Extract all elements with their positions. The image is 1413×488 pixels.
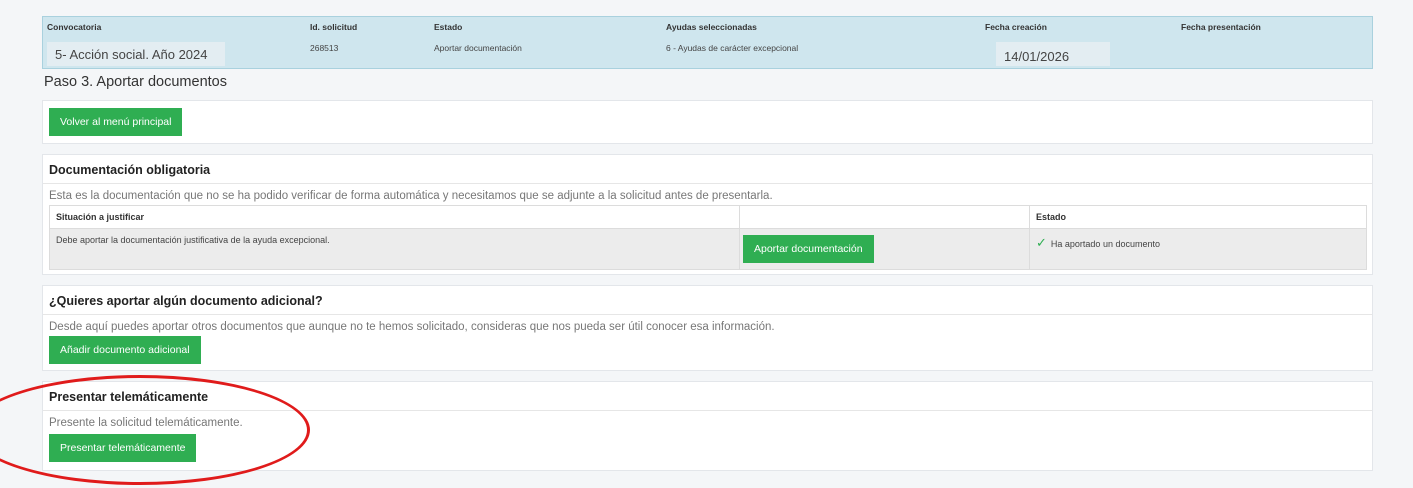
header-ayudas: Ayudas seleccionadas: [666, 22, 757, 32]
check-icon: ✓: [1036, 235, 1047, 250]
cell-estado: ✓ Ha aportado un documento: [1029, 228, 1367, 270]
status-text: Ha aportado un documento: [1050, 239, 1160, 249]
cell-action: Aportar documentación: [739, 228, 1030, 270]
header-id-solicitud: Id. solicitud: [310, 22, 358, 32]
mandatory-docs-title: Documentación obligatoria: [43, 155, 1372, 184]
column-situacion: Situación a justificar: [49, 205, 740, 229]
column-action: [739, 205, 1030, 229]
additional-docs-description: Desde aquí puedes aportar otros document…: [49, 321, 775, 333]
add-additional-document-button[interactable]: Añadir documento adicional: [49, 336, 201, 364]
table-header-row: Situación a justificar Estado: [49, 205, 1367, 229]
cell-situacion: Debe aportar la documentación justificat…: [49, 228, 740, 270]
header-estado: Estado: [434, 22, 463, 32]
back-to-menu-button[interactable]: Volver al menú principal: [49, 108, 183, 136]
value-convocatoria: 5- Acción social. Año 2024: [47, 42, 225, 66]
additional-docs-title: ¿Quieres aportar algún documento adicion…: [43, 286, 1372, 315]
value-fecha-creacion: 14/01/2026: [996, 42, 1110, 66]
value-id-solicitud: 268513: [310, 43, 339, 53]
column-estado: Estado: [1029, 205, 1367, 229]
back-panel: Volver al menú principal: [42, 100, 1373, 144]
value-ayudas: 6 - Ayudas de carácter excepcional: [666, 43, 799, 53]
header-fecha-creacion: Fecha creación: [985, 22, 1047, 32]
mandatory-docs-description: Esta es la documentación que no se ha po…: [49, 190, 773, 202]
mandatory-docs-panel: Documentación obligatoria Esta es la doc…: [42, 154, 1373, 275]
application-summary: Convocatoria Id. solicitud Estado Ayudas…: [42, 16, 1373, 69]
value-estado: Aportar documentación: [434, 43, 522, 53]
step-title: Paso 3. Aportar documentos: [44, 74, 227, 90]
header-fecha-presentacion: Fecha presentación: [1181, 22, 1261, 32]
table-row: Debe aportar la documentación justificat…: [49, 228, 1367, 270]
mandatory-docs-table: Situación a justificar Estado Debe aport…: [49, 205, 1367, 270]
additional-docs-panel: ¿Quieres aportar algún documento adicion…: [42, 285, 1373, 371]
aportar-documentacion-button[interactable]: Aportar documentación: [743, 235, 874, 263]
header-convocatoria: Convocatoria: [47, 22, 102, 32]
